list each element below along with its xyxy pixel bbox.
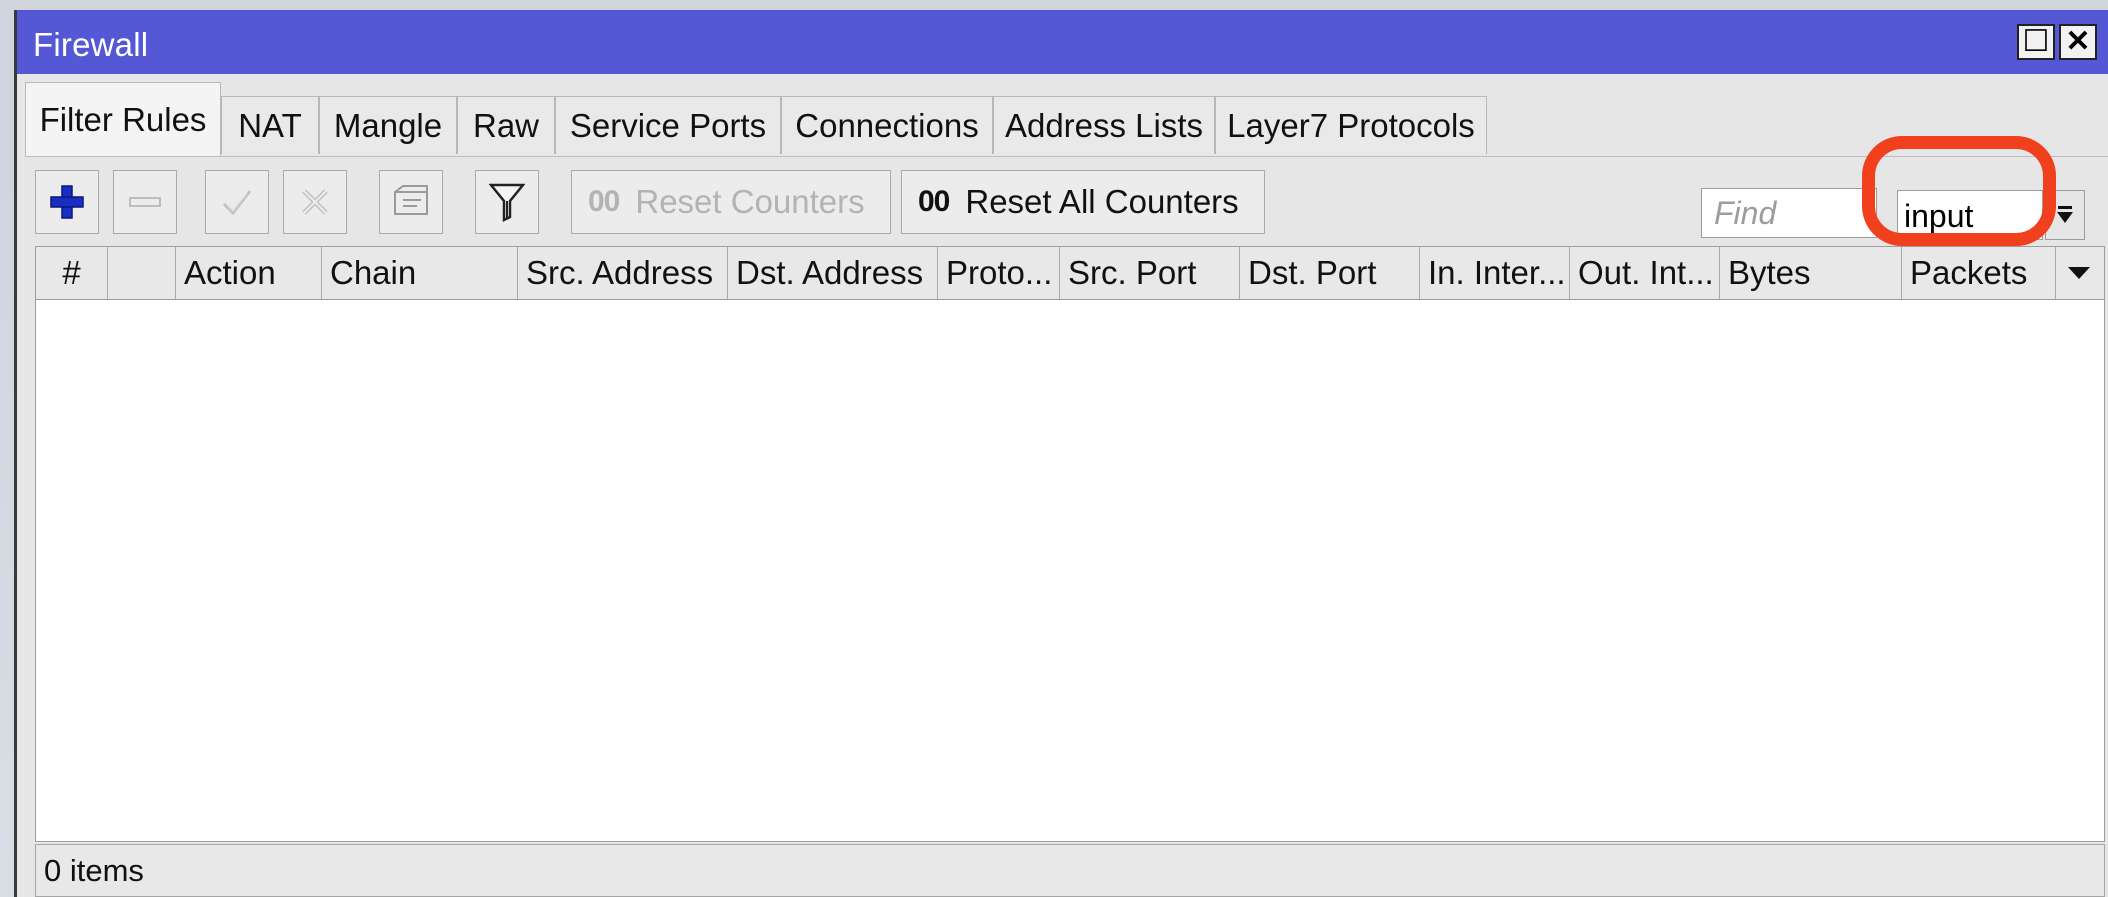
close-icon: ✕ xyxy=(2065,25,2091,58)
maximize-button[interactable]: ☐ xyxy=(2017,24,2055,60)
window-title: Firewall xyxy=(33,26,149,63)
tab-address-lists[interactable]: Address Lists xyxy=(993,96,1215,154)
comment-icon xyxy=(394,185,428,215)
firewall-window: Firewall ☐ ✕ Filter Rules NAT Mangle Raw… xyxy=(14,10,2108,897)
minus-icon xyxy=(129,197,161,207)
reset-counters-button[interactable]: 00 Reset Counters xyxy=(571,170,891,234)
find-input[interactable]: Find xyxy=(1701,188,1877,238)
plus-icon xyxy=(50,185,84,219)
column-chain[interactable]: Chain xyxy=(322,247,518,299)
column-src-address[interactable]: Src. Address xyxy=(518,247,728,299)
tab-service-ports[interactable]: Service Ports xyxy=(555,96,781,154)
rules-table: # Action Chain Src. Address Dst. Address… xyxy=(35,246,2105,842)
add-button[interactable] xyxy=(35,170,99,234)
check-icon xyxy=(222,190,252,216)
filter-icon xyxy=(489,183,525,222)
column-in-interface[interactable]: In. Inter... xyxy=(1420,247,1570,299)
maximize-icon: ☐ xyxy=(2022,25,2050,58)
column-number[interactable]: # xyxy=(36,247,108,299)
column-protocol[interactable]: Proto... xyxy=(938,247,1060,299)
zero-icon: 00 xyxy=(918,185,950,218)
table-body xyxy=(36,300,2104,841)
chain-filter-value: input xyxy=(1904,198,1974,234)
tab-layer7-protocols[interactable]: Layer7 Protocols xyxy=(1215,96,1487,154)
table-header: # Action Chain Src. Address Dst. Address… xyxy=(36,247,2104,300)
comment-button[interactable] xyxy=(379,170,443,234)
chevron-down-icon xyxy=(2057,206,2073,223)
chevron-down-icon xyxy=(2068,267,2090,279)
item-count: 0 items xyxy=(44,853,144,888)
column-dst-address[interactable]: Dst. Address xyxy=(728,247,938,299)
title-bar[interactable]: Firewall ☐ ✕ xyxy=(17,10,2108,74)
chain-filter-dropdown[interactable] xyxy=(2045,190,2085,240)
chain-filter-select[interactable]: input xyxy=(1897,190,2043,240)
tab-nat[interactable]: NAT xyxy=(221,96,319,154)
column-flags[interactable] xyxy=(108,247,176,299)
disable-button[interactable] xyxy=(283,170,347,234)
remove-button[interactable] xyxy=(113,170,177,234)
tab-separator xyxy=(25,156,2108,157)
column-menu-button[interactable] xyxy=(2054,247,2104,299)
cross-icon xyxy=(302,189,328,215)
zero-icon: 00 xyxy=(588,185,620,218)
tab-mangle[interactable]: Mangle xyxy=(319,96,457,154)
reset-all-counters-label: Reset All Counters xyxy=(965,183,1239,220)
reset-counters-label: Reset Counters xyxy=(635,183,865,220)
tab-raw[interactable]: Raw xyxy=(457,96,555,154)
status-bar: 0 items xyxy=(35,844,2105,897)
enable-button[interactable] xyxy=(205,170,269,234)
column-bytes[interactable]: Bytes xyxy=(1720,247,1902,299)
column-src-port[interactable]: Src. Port xyxy=(1060,247,1240,299)
column-packets[interactable]: Packets xyxy=(1902,247,2056,299)
toolbar: 00 Reset Counters 00 Reset All Counters … xyxy=(17,162,2108,242)
tab-connections[interactable]: Connections xyxy=(781,96,993,154)
reset-all-counters-button[interactable]: 00 Reset All Counters xyxy=(901,170,1265,234)
column-action[interactable]: Action xyxy=(176,247,322,299)
filter-button[interactable] xyxy=(475,170,539,234)
column-dst-port[interactable]: Dst. Port xyxy=(1240,247,1420,299)
tab-filter-rules[interactable]: Filter Rules xyxy=(25,82,221,156)
close-button[interactable]: ✕ xyxy=(2059,24,2097,60)
column-out-interface[interactable]: Out. Int... xyxy=(1570,247,1720,299)
